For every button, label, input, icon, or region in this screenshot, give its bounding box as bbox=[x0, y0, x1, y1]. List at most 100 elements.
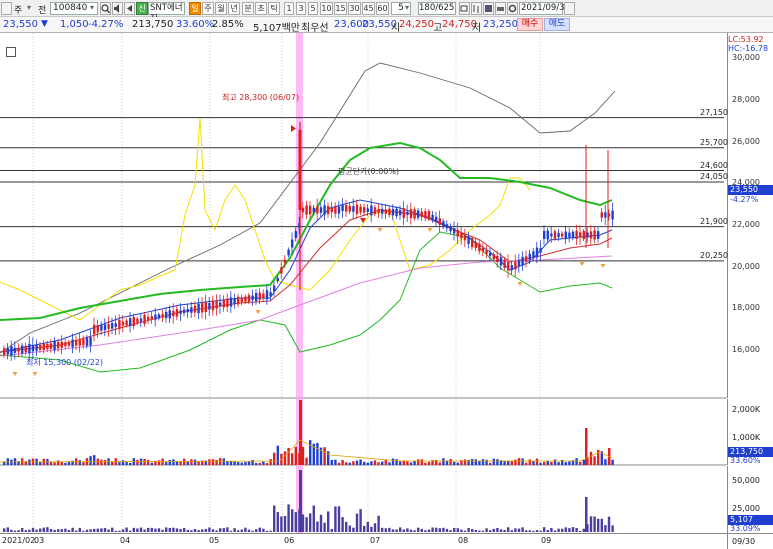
amount-bar bbox=[539, 530, 542, 532]
amount-bar bbox=[550, 528, 553, 532]
type-selector[interactable]: 주 bbox=[14, 3, 22, 16]
interval-3-button[interactable]: 3 bbox=[296, 2, 306, 15]
buy-button[interactable]: 매수 bbox=[517, 18, 543, 31]
amount-bar bbox=[345, 521, 348, 532]
amount-bar bbox=[197, 530, 200, 532]
window-menu-icon[interactable] bbox=[1, 2, 12, 15]
volume-bar bbox=[305, 457, 308, 465]
market-selector[interactable]: 전 bbox=[38, 3, 46, 16]
volume-bar bbox=[240, 462, 243, 465]
volume-bar bbox=[118, 462, 121, 465]
price-tick: 28,000 bbox=[732, 95, 760, 104]
interval-5-button[interactable]: 5 bbox=[308, 2, 318, 15]
period-minute-button[interactable]: 분 bbox=[242, 2, 254, 15]
volume-bar bbox=[456, 462, 459, 465]
period-month-button[interactable]: 월 bbox=[215, 2, 227, 15]
volume-bar bbox=[471, 459, 474, 465]
period-tick-button[interactable]: 틱 bbox=[268, 2, 280, 15]
candle-body bbox=[589, 231, 593, 239]
volume-axis: 2,000K 1,000K 213,750 33.60% bbox=[727, 399, 773, 465]
price-tick: 18,000 bbox=[732, 303, 760, 312]
candle-body bbox=[125, 320, 128, 326]
range-input[interactable]: 180/625 bbox=[418, 2, 456, 15]
volume-bar bbox=[168, 459, 171, 465]
candle-body bbox=[197, 303, 200, 314]
type-dropdown-icon[interactable]: ▾ bbox=[27, 3, 31, 12]
code-dropdown-icon[interactable]: ▾ bbox=[90, 3, 94, 12]
interval-60-button[interactable]: 60 bbox=[376, 2, 389, 15]
amount-bar bbox=[233, 528, 236, 532]
amount-bar bbox=[161, 529, 164, 532]
speaker-icon[interactable] bbox=[112, 2, 123, 15]
volume-bar bbox=[283, 451, 287, 465]
interval-10-button[interactable]: 10 bbox=[320, 2, 333, 15]
interval-15-button[interactable]: 15 bbox=[334, 2, 347, 15]
amount-bar bbox=[431, 527, 434, 532]
interval-1-button[interactable]: 1 bbox=[284, 2, 294, 15]
candle-body bbox=[42, 343, 45, 350]
amount-bar bbox=[193, 528, 197, 532]
candle-body bbox=[85, 337, 89, 346]
time-label: 07 bbox=[370, 536, 381, 545]
zoom-icon[interactable] bbox=[459, 2, 470, 15]
volume-bar bbox=[136, 459, 139, 465]
candle-body bbox=[280, 267, 283, 274]
amount-bar bbox=[319, 514, 323, 532]
amount-bar bbox=[521, 527, 524, 532]
price-chart[interactable] bbox=[0, 33, 727, 549]
open-price: 24,250 bbox=[399, 19, 434, 30]
volume-tick: 2,000K bbox=[732, 405, 761, 414]
amount-bar bbox=[341, 517, 344, 532]
period-day-button[interactable]: 일 bbox=[189, 2, 201, 15]
interval-dropdown-icon[interactable]: ▾ bbox=[405, 3, 409, 12]
chart-option-box[interactable] bbox=[6, 47, 16, 57]
search-icon[interactable] bbox=[100, 2, 111, 15]
amount-bar bbox=[597, 518, 600, 532]
save-icon[interactable] bbox=[483, 2, 494, 15]
candle-body bbox=[226, 298, 229, 307]
candle-body bbox=[348, 205, 351, 212]
current-price: 23,550 bbox=[3, 19, 38, 30]
amount-bar bbox=[6, 527, 9, 532]
calendar-icon[interactable] bbox=[564, 2, 575, 15]
volume-bar bbox=[593, 456, 596, 465]
amount-bar bbox=[172, 527, 175, 532]
print-icon[interactable] bbox=[495, 2, 506, 15]
volume-bar bbox=[100, 459, 103, 465]
settings-icon[interactable] bbox=[507, 2, 518, 15]
top-toolbar: 주 ▾ 전 100840 ▾ 신 SNT에너지 일 주 월 년 분 초 틱 1 … bbox=[0, 0, 773, 24]
amount-bar bbox=[165, 527, 168, 532]
amount-bar bbox=[471, 529, 474, 532]
period-week-button[interactable]: 주 bbox=[202, 2, 214, 15]
candle-body bbox=[237, 296, 240, 305]
interval-30-button[interactable]: 30 bbox=[348, 2, 361, 15]
chart-type-icon[interactable] bbox=[471, 2, 482, 15]
volume-tick: 1,000K bbox=[732, 433, 761, 442]
candle-body bbox=[75, 340, 78, 346]
interval-45-button[interactable]: 45 bbox=[362, 2, 375, 15]
volume-bar bbox=[359, 459, 362, 465]
period-year-button[interactable]: 년 bbox=[228, 2, 240, 15]
amount-bar bbox=[265, 530, 269, 532]
candle-body bbox=[143, 314, 146, 324]
candle-body bbox=[478, 243, 481, 252]
date-input[interactable]: 2021/09/30 bbox=[519, 2, 570, 15]
period-second-button[interactable]: 초 bbox=[255, 2, 267, 15]
amount-bar bbox=[543, 527, 546, 532]
volume-bar bbox=[276, 445, 279, 465]
amount-bar bbox=[287, 504, 290, 532]
candle-body bbox=[427, 211, 431, 219]
candle-body bbox=[330, 208, 333, 212]
amount-bar bbox=[611, 525, 614, 532]
candle-body bbox=[132, 316, 135, 327]
volume-bar bbox=[514, 459, 517, 465]
amount-bar bbox=[579, 530, 582, 532]
volume-bar bbox=[186, 461, 189, 465]
prev-arrow-icon[interactable] bbox=[124, 2, 135, 15]
volume-bar bbox=[604, 459, 607, 465]
candle-body bbox=[568, 232, 571, 238]
amount-bar bbox=[467, 527, 470, 532]
volume-bar bbox=[183, 458, 186, 465]
sell-button[interactable]: 매도 bbox=[544, 18, 570, 31]
candle-body bbox=[463, 235, 467, 241]
